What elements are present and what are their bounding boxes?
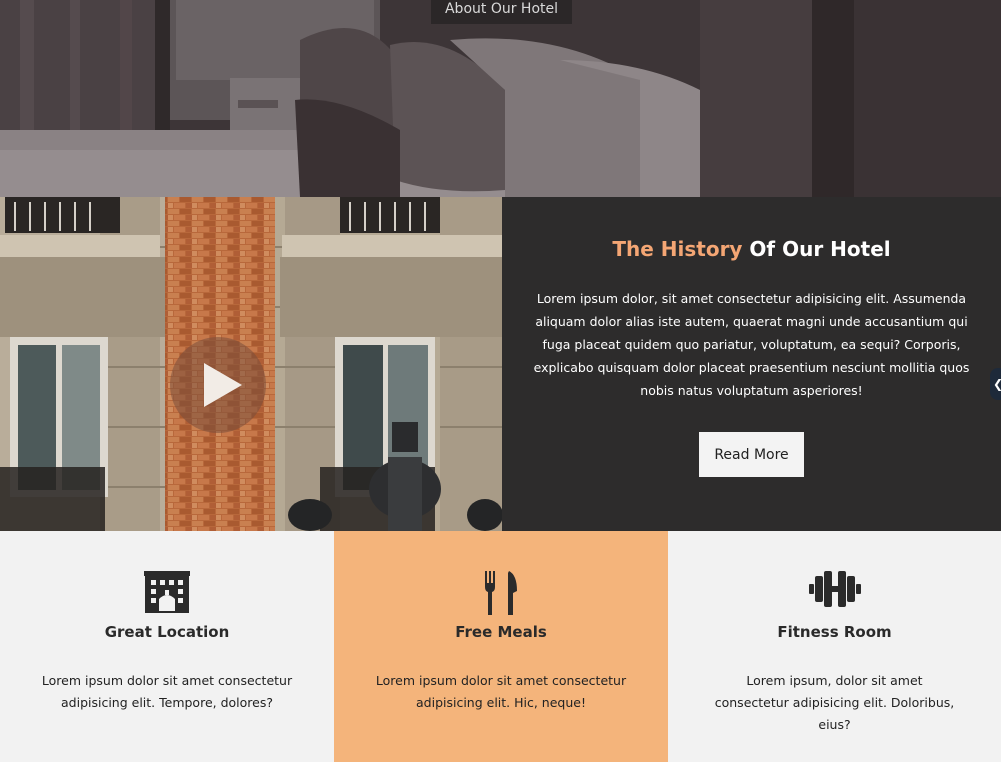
feature-great-location: Great Location Lorem ipsum dolor sit ame… [0,531,334,762]
feature-title: Fitness Room [777,623,892,641]
play-video-button[interactable] [170,337,266,433]
feature-description: Lorem ipsum, dolor sit amet consectetur … [714,673,955,732]
feature-fitness-room: Fitness Room Lorem ipsum, dolor sit amet… [668,531,1001,762]
hotel-facade-video[interactable] [0,197,502,531]
hotel-building-icon [144,571,190,613]
about-hotel-button[interactable]: About Our Hotel [431,0,572,24]
history-title-rest: Of Our Hotel [742,237,891,261]
dumbbell-icon [808,571,861,607]
history-description: Lorem ipsum dolor, sit amet consectetur … [533,291,970,398]
feature-free-meals: Free Meals Lorem ipsum dolor sit amet co… [334,531,668,762]
feature-description: Lorem ipsum dolor sit amet consectetur a… [41,673,293,710]
feature-title: Free Meals [455,623,547,641]
feature-description: Lorem ipsum dolor sit amet consectetur a… [375,673,627,710]
read-more-button[interactable]: Read More [699,432,804,477]
hero-banner: About Our Hotel [0,0,1001,197]
hero-bedroom-image [0,0,1001,197]
chevron-left-icon[interactable]: ❮ [990,368,1001,400]
history-section: The History Of Our Hotel Lorem ipsum dol… [0,197,1001,531]
features-section: Great Location Lorem ipsum dolor sit ame… [0,531,1001,762]
feature-title: Great Location [104,623,230,641]
play-icon [204,363,242,407]
history-text-panel: The History Of Our Hotel Lorem ipsum dol… [502,197,1001,531]
history-title: The History Of Our Hotel [502,237,1001,261]
utensils-icon [485,571,517,615]
history-title-accent: The History [612,237,743,261]
